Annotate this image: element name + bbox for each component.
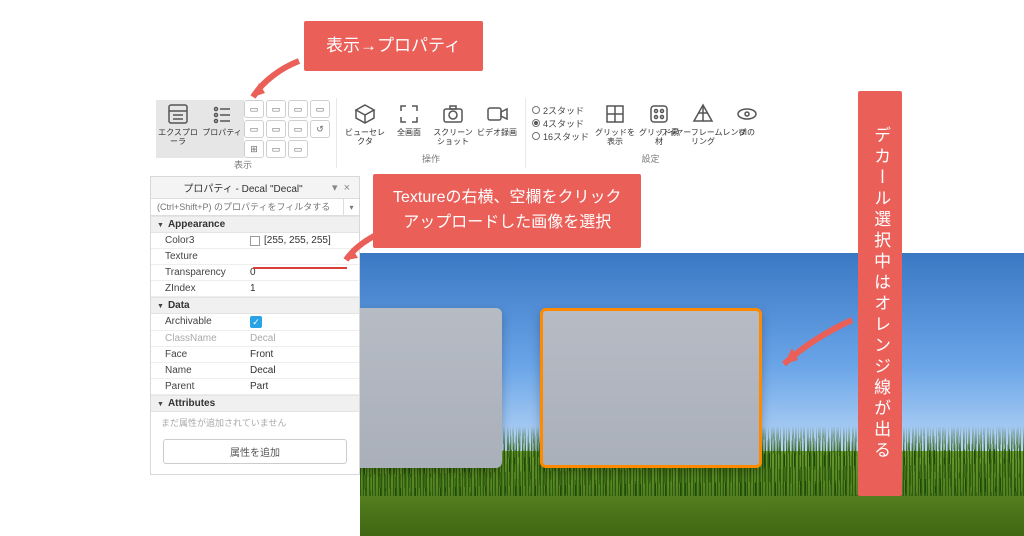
wireframe-icon: [690, 101, 716, 127]
section-data[interactable]: Data: [151, 297, 359, 314]
properties-panel: プロパティ - Decal "Decal" ▾ × ▾ Appearance C…: [150, 176, 360, 475]
fullscreen-label: 全画面: [386, 129, 432, 138]
mini-btn-10[interactable]: ▭: [266, 140, 286, 158]
grid-material-icon: [646, 101, 672, 127]
archivable-checkbox[interactable]: ✓: [250, 316, 262, 328]
mini-btn-6[interactable]: ▭: [266, 120, 286, 138]
mini-btn-3[interactable]: ▭: [288, 100, 308, 118]
cube-icon: [352, 101, 378, 127]
prop-parent[interactable]: Parent Part: [151, 379, 359, 395]
properties-title-text: プロパティ - Decal "Decal": [157, 180, 329, 195]
fullscreen-icon: [396, 101, 422, 127]
prop-texture-value[interactable]: [246, 249, 359, 264]
fullscreen-button[interactable]: 全画面: [387, 100, 431, 147]
section-attributes[interactable]: Attributes: [151, 395, 359, 412]
prop-color3[interactable]: Color3 [255, 255, 255]: [151, 233, 359, 249]
explorer-icon: [165, 101, 191, 127]
grid-icon: [602, 101, 628, 127]
camera-icon: [440, 101, 466, 127]
prop-classname: ClassName Decal: [151, 331, 359, 347]
view-mini-buttons: ▭ ▭ ▭ ▭ ▭ ▭ ▭ ↺ ⊞ ▭ ▭: [244, 100, 330, 158]
filter-dropdown-icon[interactable]: ▾: [343, 199, 359, 215]
viewport-3d[interactable]: [360, 253, 1024, 536]
explorer-label: エクスプローラ: [155, 129, 201, 147]
mini-btn-2[interactable]: ▭: [266, 100, 286, 118]
group-settings-title: 設定: [532, 152, 769, 166]
view-selector-label: ビューセレクタ: [342, 129, 388, 147]
ui-vis-label: UIの: [724, 129, 770, 138]
mini-btn-1[interactable]: ▭: [244, 100, 264, 118]
prop-zindex[interactable]: ZIndex 1: [151, 281, 359, 297]
callout-mid-line2: アップロードした画像を選択: [393, 211, 621, 236]
properties-label: プロパティ: [199, 129, 245, 138]
show-grid-button[interactable]: グリッドを表示: [593, 100, 637, 147]
ribbon-group-settings: 2スタッド 4スタッド 16スタッド グリッドを表示 グリッド素材 ワイヤーフレ…: [526, 98, 775, 168]
group-ops-title: 操作: [343, 152, 519, 166]
properties-filter-input[interactable]: [151, 199, 343, 215]
explorer-button[interactable]: エクスプローラ: [156, 100, 200, 158]
screenshot-label: スクリーンショット: [430, 129, 476, 147]
stud-2[interactable]: 2スタッド: [532, 104, 589, 117]
callout-side: デカール選択中はオレンジ線が出る: [858, 91, 902, 496]
eye-icon: [734, 101, 760, 127]
ribbon-group-view: エクスプローラ プロパティ ▭ ▭ ▭ ▭ ▭ ▭ ▭ ↺ ⊞: [150, 98, 337, 168]
prop-texture[interactable]: Texture: [151, 249, 359, 265]
properties-filter: ▾: [151, 199, 359, 216]
close-icon[interactable]: ×: [341, 182, 353, 194]
properties-button[interactable]: プロパティ: [200, 100, 244, 158]
part-unselected[interactable]: [360, 308, 502, 468]
add-attribute-button[interactable]: 属性を追加: [163, 439, 347, 464]
mini-btn-4[interactable]: ▭: [310, 100, 330, 118]
video-rec-button[interactable]: ビデオ録画: [475, 100, 519, 147]
screenshot-button[interactable]: スクリーンショット: [431, 100, 475, 147]
prop-archivable[interactable]: Archivable ✓: [151, 314, 359, 331]
stud-size-radios: 2スタッド 4スタッド 16スタッド: [532, 100, 593, 147]
part-selected[interactable]: [540, 308, 762, 468]
prop-face[interactable]: Face Front: [151, 347, 359, 363]
stud-4[interactable]: 4スタッド: [532, 117, 589, 130]
ribbon-group-ops: ビューセレクタ 全画面 スクリーンショット ビデオ録画 操作: [337, 98, 526, 168]
video-icon: [484, 101, 510, 127]
mini-btn-8[interactable]: ↺: [310, 120, 330, 138]
mini-btn-9[interactable]: ⊞: [244, 140, 264, 158]
undock-icon[interactable]: ▾: [329, 181, 341, 194]
callout-mid: Textureの右横、空欄をクリック アップロードした画像を選択: [373, 174, 641, 248]
wireframe-button[interactable]: ワイヤーフレームレンダリング: [681, 100, 725, 147]
video-rec-label: ビデオ録画: [474, 129, 520, 138]
stud-16[interactable]: 16スタッド: [532, 130, 589, 143]
mini-btn-5[interactable]: ▭: [244, 120, 264, 138]
properties-titlebar[interactable]: プロパティ - Decal "Decal" ▾ ×: [151, 177, 359, 199]
texture-highlight-underline: [253, 267, 347, 269]
group-view-title: 表示: [156, 158, 330, 172]
color-swatch[interactable]: [250, 236, 260, 246]
view-selector-button[interactable]: ビューセレクタ: [343, 100, 387, 147]
mini-btn-7[interactable]: ▭: [288, 120, 308, 138]
show-grid-label: グリッドを表示: [592, 129, 638, 147]
callout-top: 表示→プロパティ: [304, 21, 483, 71]
prop-name[interactable]: Name Decal: [151, 363, 359, 379]
section-appearance[interactable]: Appearance: [151, 216, 359, 233]
attributes-empty-note: まだ属性が追加されていません: [151, 412, 359, 433]
mini-btn-11[interactable]: ▭: [288, 140, 308, 158]
properties-icon: [209, 101, 235, 127]
ui-vis-button[interactable]: UIの: [725, 100, 769, 147]
callout-mid-line1: Textureの右横、空欄をクリック: [393, 186, 621, 211]
